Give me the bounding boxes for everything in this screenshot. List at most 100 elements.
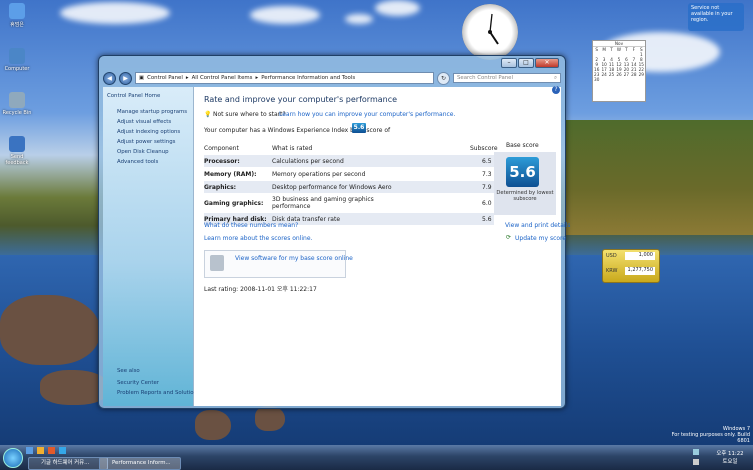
desktop-icon-user[interactable]: 휴덤은 <box>0 3 34 28</box>
header-component: Component <box>204 144 239 152</box>
table-row: Gaming graphics: 3D business and gaming … <box>204 194 494 212</box>
header-base-score: Base score <box>506 142 539 149</box>
clock-area[interactable]: 오후 11:22 토요일 <box>710 449 750 465</box>
base-score-panel: 5.6 Determined by lowest subscore <box>494 152 556 215</box>
quick-launch <box>26 447 66 454</box>
breadcrumb-performance[interactable]: Performance Information and Tools <box>261 75 355 81</box>
table-row: Memory (RAM): Memory operations per seco… <box>204 168 494 180</box>
usd-value[interactable]: 1,000 <box>625 252 655 260</box>
subscore-value: 7.3 <box>482 170 492 178</box>
sidebar-item-problem-reports[interactable]: Problem Reports and Solutions <box>117 390 200 396</box>
maximize-button[interactable]: □ <box>518 58 534 68</box>
search-icon[interactable]: ⌕ <box>554 75 557 82</box>
cloud <box>345 14 373 24</box>
breadcrumb-control-panel[interactable]: Control Panel <box>147 75 183 81</box>
calendar-day[interactable]: 28 <box>630 72 637 77</box>
view-print-link[interactable]: View and print details <box>505 222 570 229</box>
view-software-link[interactable]: View software for my base score online <box>235 255 353 262</box>
calendar-day[interactable]: 24 <box>600 72 607 77</box>
refresh-icon[interactable]: ↻ <box>437 71 450 85</box>
search-input[interactable]: Search Control Panel ⌕ <box>453 73 561 83</box>
minimize-button[interactable]: – <box>501 58 517 68</box>
desktop-icon-send-feedback[interactable]: Send feedback <box>0 136 34 166</box>
breadcrumb-all-items[interactable]: All Control Panel Items <box>192 75 253 81</box>
krw-label: KRW <box>606 268 618 274</box>
index-score-badge: 5.6 <box>352 123 366 133</box>
desktop-icon-recycle-bin[interactable]: Recycle Bin <box>0 92 34 116</box>
calendar-day[interactable]: 25 <box>608 72 615 77</box>
show-desktop-icon[interactable] <box>26 447 33 454</box>
clock-time: 오후 11:22 <box>716 451 744 457</box>
calendar-day[interactable]: 30 <box>593 77 600 82</box>
rated-description: Desktop performance for Windows Aero <box>272 183 392 191</box>
folder-icon <box>9 3 25 19</box>
subscore-value: 6.0 <box>482 199 492 207</box>
desktop-icon-label: Computer <box>4 66 30 72</box>
calendar-day[interactable]: 27 <box>623 72 630 77</box>
main-content: Rate and improve your computer's perform… <box>194 86 570 406</box>
start-button[interactable] <box>3 448 23 468</box>
sidebar-item-indexing[interactable]: Adjust indexing options <box>117 129 180 135</box>
component-name: Gaming graphics: <box>204 199 264 207</box>
calendar-grid: S M T W T F S 1 2 3 4 5 6 7 8 9 10 11 12 13 14 15 16 17 18 19 20 21… <box>593 47 645 82</box>
clock-hands-icon <box>488 13 499 45</box>
krw-value[interactable]: 1,277,750 <box>625 267 655 275</box>
what-numbers-link[interactable]: What do these numbers mean? <box>204 222 298 229</box>
clock-gadget[interactable] <box>462 4 518 60</box>
header-subscore: Subscore <box>470 144 498 152</box>
lightbulb-icon: 💡 <box>204 111 212 118</box>
feedback-icon <box>9 136 25 152</box>
currency-gadget[interactable]: USD 1,000 KRW 1,277,750 <box>602 249 660 283</box>
calendar-day[interactable]: 29 <box>638 72 645 77</box>
search-placeholder: Search Control Panel <box>457 75 513 81</box>
taskbar-item-browser[interactable]: 기글 하드웨어 커뮤... <box>28 457 108 470</box>
base-score-label: Determined by lowest subscore <box>496 190 554 202</box>
cloud <box>250 6 320 24</box>
update-score-link[interactable]: Update my score <box>515 235 566 242</box>
last-rating-text: Last rating: 2008-11-01 오후 11:22:17 <box>204 286 317 293</box>
base-score-tile: 5.6 <box>506 157 539 187</box>
desktop-icon-computer[interactable]: Computer <box>0 48 34 72</box>
sidebar-item-disk-cleanup[interactable]: Open Disk Cleanup <box>117 149 169 155</box>
calendar-gadget[interactable]: Nov S M T W T F S 1 2 3 4 5 6 7 8 9 10 11 12 13 14 15 16 17 18 19… <box>592 40 646 102</box>
navigation-bar: ◀ ▶ ▣ Control Panel ▸ All Control Panel … <box>103 71 561 85</box>
sidebar-item-visual-effects[interactable]: Adjust visual effects <box>117 119 171 125</box>
sidebar-item-advanced-tools[interactable]: Advanced tools <box>117 159 158 165</box>
subscore-value: 7.9 <box>482 183 492 191</box>
sidebar-item-power[interactable]: Adjust power settings <box>117 139 175 145</box>
taskbar-item-performance[interactable]: Performance Inform... <box>99 457 181 470</box>
learn-online-link[interactable]: Learn more about the scores online. <box>204 235 312 242</box>
network-icon[interactable] <box>693 449 699 455</box>
close-button[interactable]: ✕ <box>535 58 559 68</box>
window-caption-buttons: – □ ✕ <box>501 58 559 68</box>
header-rated: What is rated <box>272 144 313 152</box>
browser-icon[interactable] <box>48 447 55 454</box>
folder-icon[interactable] <box>37 447 44 454</box>
recycle-bin-icon <box>9 92 25 108</box>
subscore-value: 6.5 <box>482 157 492 165</box>
forest-shoreline <box>565 120 753 235</box>
calendar-day[interactable]: 26 <box>615 72 622 77</box>
sidebar-home-link[interactable]: Control Panel Home <box>107 93 160 99</box>
page-title: Rate and improve your computer's perform… <box>204 95 398 104</box>
volume-icon[interactable] <box>693 459 699 465</box>
component-name: Memory (RAM): <box>204 170 257 178</box>
sidebar-item-startup[interactable]: Manage startup programs <box>117 109 187 115</box>
notification-gadget[interactable]: Service not available in your region. <box>688 3 744 31</box>
learn-improve-link[interactable]: Learn how you can improve your computer'… <box>279 111 455 118</box>
forward-arrow-icon[interactable]: ▶ <box>119 71 132 85</box>
help-icon[interactable]: ? <box>552 86 560 94</box>
cloud <box>375 0 420 16</box>
clock-day: 토요일 <box>722 459 738 465</box>
table-row: Processor: Calculations per second 6.5 <box>204 155 494 167</box>
address-bar[interactable]: ▣ Control Panel ▸ All Control Panel Item… <box>135 72 434 84</box>
cloud <box>60 2 170 24</box>
back-arrow-icon[interactable]: ◀ <box>103 71 116 85</box>
ie-icon[interactable] <box>59 447 66 454</box>
table-header: Component What is rated Subscore <box>204 142 498 154</box>
sidebar-item-security-center[interactable]: Security Center <box>117 380 159 386</box>
rated-description: Calculations per second <box>272 157 344 165</box>
rock <box>255 406 285 431</box>
rock <box>195 410 231 440</box>
build-watermark: Windows 7 For testing purposes only. Bui… <box>660 426 750 444</box>
